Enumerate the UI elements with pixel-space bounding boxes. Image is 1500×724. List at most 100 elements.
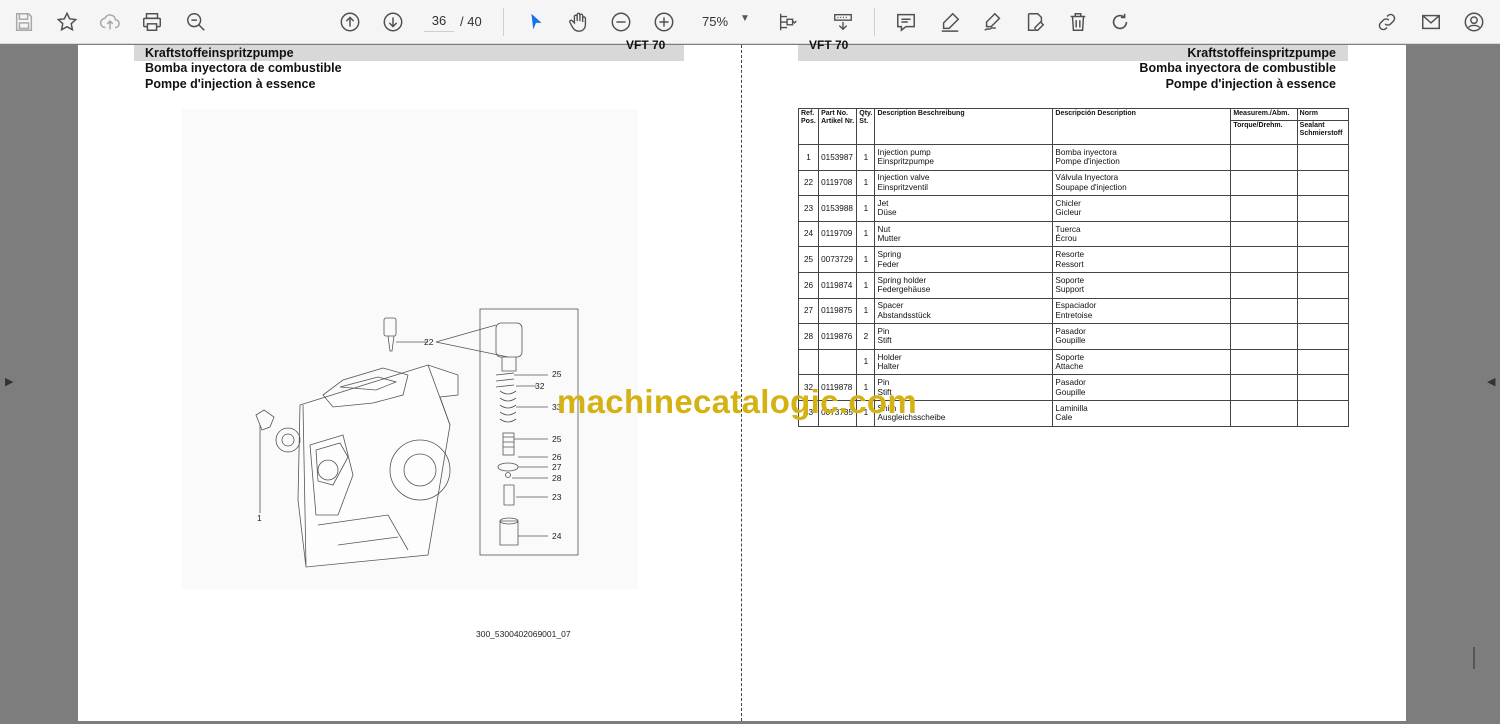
- link-icon[interactable]: [1373, 8, 1401, 36]
- cell-norm: [1296, 246, 1350, 273]
- qty-value: 1: [863, 229, 869, 239]
- qty-value: 1: [863, 152, 869, 162]
- table-row: 22 0119708 1 Injection valve Einspritzventil…: [797, 169, 1350, 197]
- left-panel-toggle-icon[interactable]: ▶: [5, 375, 13, 388]
- zoom-out-icon[interactable]: [607, 8, 635, 36]
- document-viewer[interactable]: ▶ ◀ Kraftstoffeinspritzpumpe VFT 70 Bomb…: [0, 38, 1500, 724]
- cell-description: Injection pump Einspritzpumpe: [874, 144, 1054, 171]
- table-row: 25 0073729 1 Spring Feder Resorte Ressort: [797, 246, 1350, 273]
- desc-es: Tuerca: [1055, 224, 1081, 234]
- part-number: 0119875: [821, 306, 853, 316]
- sign-icon[interactable]: [979, 8, 1007, 36]
- desc-es: Pasador: [1055, 378, 1086, 388]
- col-part: Part No. Artikel Nr.: [818, 108, 858, 145]
- desc-es: Válvula Inyectora: [1055, 173, 1119, 183]
- table-row: 23 0153988 1 Jet Düse Chicler Gicleur: [797, 195, 1350, 222]
- cell-part: 0119876: [818, 323, 858, 350]
- cell-ref: 22: [797, 169, 820, 197]
- desc-es: Soporte: [1055, 352, 1085, 362]
- desc-en: Pin: [877, 326, 890, 336]
- comment-icon[interactable]: [892, 8, 920, 36]
- cell-description: Pin Stift: [874, 323, 1054, 350]
- cell-part: 0073729: [818, 246, 858, 273]
- page-fit-icon[interactable]: [774, 8, 802, 36]
- upload-icon[interactable]: [96, 8, 124, 36]
- hand-tool-icon[interactable]: [565, 8, 593, 36]
- cell-measurement: [1230, 144, 1298, 171]
- cell-qty: 1: [856, 220, 876, 248]
- ref-value: 27: [803, 306, 814, 316]
- ref-value: 1: [806, 152, 811, 162]
- qty-value: 1: [863, 306, 869, 316]
- cell-measurement: [1230, 220, 1298, 248]
- cell-norm: [1296, 144, 1350, 171]
- right-panel-toggle-icon[interactable]: ◀: [1487, 375, 1495, 388]
- callout-22: 22: [424, 337, 434, 347]
- cell-norm: [1296, 348, 1350, 376]
- mail-icon[interactable]: [1417, 8, 1445, 36]
- cell-descripcion: Espaciador Entretoise: [1052, 297, 1232, 325]
- qty-value: 1: [863, 254, 869, 264]
- col-sealant: Sealant Schmierstoff: [1296, 120, 1350, 145]
- select-cursor-icon[interactable]: [522, 8, 550, 36]
- prev-page-icon[interactable]: [336, 8, 364, 36]
- callout-27: 27: [552, 462, 562, 472]
- rotate-icon[interactable]: [1106, 8, 1134, 36]
- desc-en: Spring: [877, 250, 902, 260]
- cell-ref: 27: [797, 297, 820, 325]
- part-number: 0153987: [821, 152, 853, 162]
- edit-pdf-icon[interactable]: [1021, 8, 1049, 36]
- print-icon[interactable]: [138, 8, 166, 36]
- cell-measurement: [1230, 297, 1298, 325]
- part-number: 0073729: [821, 254, 853, 264]
- desc-fr: Entretoise: [1055, 310, 1093, 320]
- part-number: 0153988: [821, 203, 853, 213]
- callout-1: 1: [257, 513, 262, 523]
- scrollbar-thumb[interactable]: [1473, 647, 1475, 669]
- cell-qty: 1: [856, 348, 876, 376]
- find-icon[interactable]: [182, 8, 210, 36]
- desc-fr: Ressort: [1055, 259, 1084, 269]
- cell-description: Nut Mutter: [874, 220, 1054, 248]
- scroll-mode-icon[interactable]: [829, 8, 857, 36]
- zoom-in-icon[interactable]: [650, 8, 678, 36]
- cell-ref: 1: [797, 144, 820, 171]
- desc-fr: Cale: [1055, 413, 1073, 423]
- desc-de: Mutter: [877, 234, 901, 244]
- desc-de: Düse: [877, 208, 897, 218]
- cell-part: [818, 348, 858, 376]
- desc-es: Chicler: [1055, 198, 1081, 208]
- cell-measurement: [1230, 348, 1298, 376]
- desc-fr: Support: [1055, 285, 1085, 295]
- next-page-icon[interactable]: [379, 8, 407, 36]
- cell-part: 0119875: [818, 297, 858, 325]
- bookmark-star-icon[interactable]: [53, 8, 81, 36]
- page-number-input[interactable]: [424, 10, 454, 32]
- desc-de: Feder: [877, 259, 899, 269]
- cell-description: Spring holder Federgehäuse: [874, 271, 1054, 299]
- desc-en: Spring holder: [877, 275, 927, 285]
- desc-fr: Goupille: [1055, 336, 1086, 346]
- cell-ref: 24: [797, 220, 820, 248]
- highlight-pen-icon[interactable]: [936, 8, 964, 36]
- watermark: machinecatalogic.com: [557, 383, 917, 420]
- delete-icon[interactable]: [1064, 8, 1092, 36]
- cell-measurement: [1230, 271, 1298, 299]
- cell-descripcion: Chicler Gicleur: [1052, 195, 1232, 222]
- desc-de: Halter: [877, 362, 900, 372]
- cell-descripcion: Válvula Inyectora Soupape d'injection: [1052, 169, 1232, 197]
- zoom-select[interactable]: 75% ▼: [694, 10, 756, 32]
- header-french: Pompe d'injection à essence: [1165, 77, 1336, 91]
- ref-value: 23: [803, 203, 814, 213]
- table-row: 1 0153987 1 Injection pump Einspritzpumpe Bom…: [797, 144, 1350, 171]
- ref-value: 26: [803, 280, 814, 290]
- cell-ref: 23: [797, 195, 820, 222]
- account-icon[interactable]: [1460, 8, 1488, 36]
- cell-description: Spacer Abstandsstück: [874, 297, 1054, 325]
- cell-description: Injection valve Einspritzventil: [874, 169, 1054, 197]
- header-german: Kraftstoffeinspritzpumpe: [1187, 46, 1336, 60]
- cell-description: Holder Halter: [874, 348, 1054, 376]
- cell-norm: [1296, 399, 1350, 427]
- save-icon[interactable]: [10, 8, 38, 36]
- callout-24: 24: [552, 531, 562, 541]
